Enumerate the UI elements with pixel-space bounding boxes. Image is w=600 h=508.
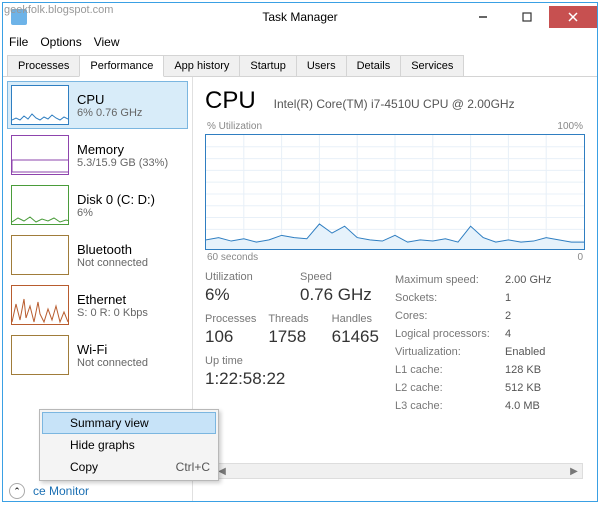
menu-options[interactable]: Options xyxy=(40,35,81,49)
ctx-summary-view[interactable]: Summary view xyxy=(42,412,216,434)
tab-startup[interactable]: Startup xyxy=(239,55,296,76)
kv-row: Virtualization:Enabled xyxy=(395,343,585,361)
utilization-chart xyxy=(205,134,585,250)
window: Task Manager File Options View ProcessesPe… xyxy=(2,2,598,502)
context-menu: Summary viewHide graphsCopyCtrl+C xyxy=(39,409,219,481)
sidebar-thumb xyxy=(11,135,69,175)
kv-row: L2 cache:512 KB xyxy=(395,379,585,397)
chart-label-br: 0 xyxy=(577,252,583,263)
sidebar-thumb xyxy=(11,285,69,325)
kv-row: Sockets:1 xyxy=(395,289,585,307)
sidebar-item-cpu[interactable]: CPU6% 0.76 GHz xyxy=(7,81,188,129)
minimize-button[interactable] xyxy=(461,6,505,28)
chart-label-tl: % Utilization xyxy=(207,121,262,132)
watermark: geekfolk.blogspot.com xyxy=(4,4,113,16)
sidebar-item-title: Ethernet xyxy=(77,292,148,307)
sidebar-thumb xyxy=(11,185,69,225)
sidebar-item-title: Disk 0 (C: D:) xyxy=(77,192,155,207)
chart-label-bl: 60 seconds xyxy=(207,252,258,263)
expand-chevron-icon[interactable]: ⌃ xyxy=(9,483,25,499)
kv-row: Logical processors:4 xyxy=(395,325,585,343)
sidebar-item-sub: 6% xyxy=(77,207,155,219)
kv-row: Maximum speed:2.00 GHz xyxy=(395,271,585,289)
sidebar-item-title: CPU xyxy=(77,92,142,107)
stat-uptime: Up time 1:22:58:22 xyxy=(205,355,395,389)
tab-services[interactable]: Services xyxy=(400,55,464,76)
kv-row: Cores:2 xyxy=(395,307,585,325)
ctx-hide-graphs[interactable]: Hide graphs xyxy=(42,434,216,456)
stats-right: Maximum speed:2.00 GHzSockets:1Cores:2Lo… xyxy=(395,271,585,415)
page-title: CPU xyxy=(205,87,256,115)
stat-threads: Threads1758 xyxy=(268,313,331,347)
stat-handles: Handles61465 xyxy=(332,313,395,347)
tab-app-history[interactable]: App history xyxy=(163,55,240,76)
chart-label-tr: 100% xyxy=(557,121,583,132)
kv-row: L3 cache:4.0 MB xyxy=(395,397,585,415)
sidebar-item-memory[interactable]: Memory5.3/15.9 GB (33%) xyxy=(7,131,188,179)
window-title: Task Manager xyxy=(262,10,337,24)
sidebar-item-sub: Not connected xyxy=(77,357,148,369)
stat-utilization: Utilization6% xyxy=(205,271,300,305)
tab-performance[interactable]: Performance xyxy=(79,55,164,77)
resource-monitor-link[interactable]: ce Monitor xyxy=(33,484,89,498)
maximize-button[interactable] xyxy=(505,6,549,28)
main-panel: CPU Intel(R) Core(TM) i7-4510U CPU @ 2.0… xyxy=(193,77,597,501)
sidebar-item-wi-fi[interactable]: Wi-FiNot connected xyxy=(7,331,188,379)
stats-left: Utilization6%Speed0.76 GHz Processes106T… xyxy=(205,271,395,415)
menu-file[interactable]: File xyxy=(9,35,28,49)
menu-view[interactable]: View xyxy=(94,35,120,49)
sidebar-item-bluetooth[interactable]: BluetoothNot connected xyxy=(7,231,188,279)
scroll-right-icon[interactable]: ▶ xyxy=(566,466,582,477)
sidebar-item-title: Wi-Fi xyxy=(77,342,148,357)
kv-row: L1 cache:128 KB xyxy=(395,361,585,379)
cpu-model: Intel(R) Core(TM) i7-4510U CPU @ 2.00GHz xyxy=(274,97,515,111)
sidebar-item-sub: 6% 0.76 GHz xyxy=(77,107,142,119)
tab-processes[interactable]: Processes xyxy=(7,55,80,76)
sidebar-item-title: Memory xyxy=(77,142,168,157)
footer: ⌃ ce Monitor xyxy=(3,481,597,501)
sidebar-item-ethernet[interactable]: EthernetS: 0 R: 0 Kbps xyxy=(7,281,188,329)
sidebar-thumb xyxy=(11,85,69,125)
sidebar-item-sub: S: 0 R: 0 Kbps xyxy=(77,307,148,319)
menubar: File Options View xyxy=(3,31,597,53)
ctx-copy[interactable]: CopyCtrl+C xyxy=(42,456,216,478)
tab-strip: ProcessesPerformanceApp historyStartupUs… xyxy=(3,55,597,77)
tab-users[interactable]: Users xyxy=(296,55,347,76)
sidebar-thumb xyxy=(11,335,69,375)
stat-speed: Speed0.76 GHz xyxy=(300,271,395,305)
sidebar-item-sub: 5.3/15.9 GB (33%) xyxy=(77,157,168,169)
sidebar-thumb xyxy=(11,235,69,275)
content-area: CPU6% 0.76 GHzMemory5.3/15.9 GB (33%)Dis… xyxy=(3,77,597,501)
horizontal-scrollbar[interactable]: ◀ ▶ xyxy=(213,463,583,479)
sidebar-item-title: Bluetooth xyxy=(77,242,148,257)
stat-processes: Processes106 xyxy=(205,313,268,347)
sidebar-item-sub: Not connected xyxy=(77,257,148,269)
sidebar-item-disk-0-c-d-[interactable]: Disk 0 (C: D:)6% xyxy=(7,181,188,229)
tab-details[interactable]: Details xyxy=(346,55,402,76)
close-button[interactable] xyxy=(549,6,597,28)
